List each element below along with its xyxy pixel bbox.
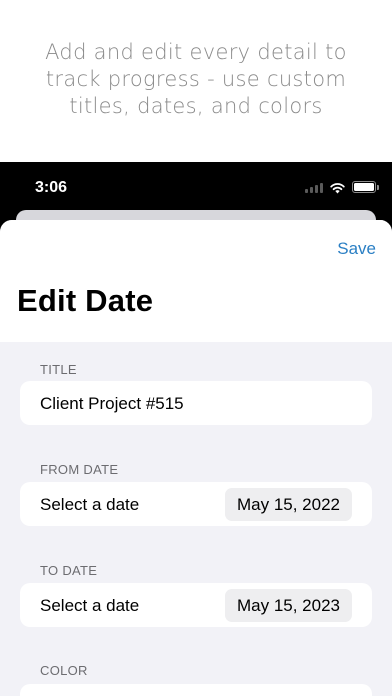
page-title: Edit Date <box>17 283 154 318</box>
save-button[interactable]: Save <box>337 239 376 259</box>
status-icons <box>305 180 379 194</box>
title-section-label: TITLE <box>40 362 77 377</box>
to-date-picker[interactable]: May 15, 2023 <box>224 589 352 622</box>
from-date-row-label: Select a date <box>40 495 140 514</box>
from-date-row: Select a date May 15, 2022 <box>20 482 372 526</box>
to-date-section-label: TO DATE <box>40 563 98 578</box>
device-screen: 3:06 Save Edit Date TITLE Client Project… <box>0 162 392 696</box>
wifi-icon <box>330 182 345 193</box>
battery-icon <box>352 181 379 193</box>
from-date-picker[interactable]: May 15, 2022 <box>224 488 352 521</box>
edit-date-sheet: Save Edit Date TITLE Client Project #515… <box>0 220 392 696</box>
title-input-value[interactable]: Client Project #515 <box>40 394 184 414</box>
from-date-section-label: FROM DATE <box>40 462 119 477</box>
promo-banner: Add and edit every detail to track progr… <box>0 0 392 162</box>
sheet-header: Save Edit Date <box>0 220 392 342</box>
signal-icon <box>305 182 323 193</box>
color-section-label: COLOR <box>40 663 88 678</box>
status-time: 3:06 <box>35 179 68 196</box>
color-picker-row[interactable] <box>20 684 372 696</box>
to-date-row-label: Select a date <box>40 596 140 615</box>
promo-caption: Add and edit every detail to track progr… <box>45 39 347 118</box>
to-date-row: Select a date May 15, 2023 <box>20 583 372 627</box>
status-bar: 3:06 <box>0 162 392 212</box>
title-field[interactable]: Client Project #515 <box>20 381 372 425</box>
